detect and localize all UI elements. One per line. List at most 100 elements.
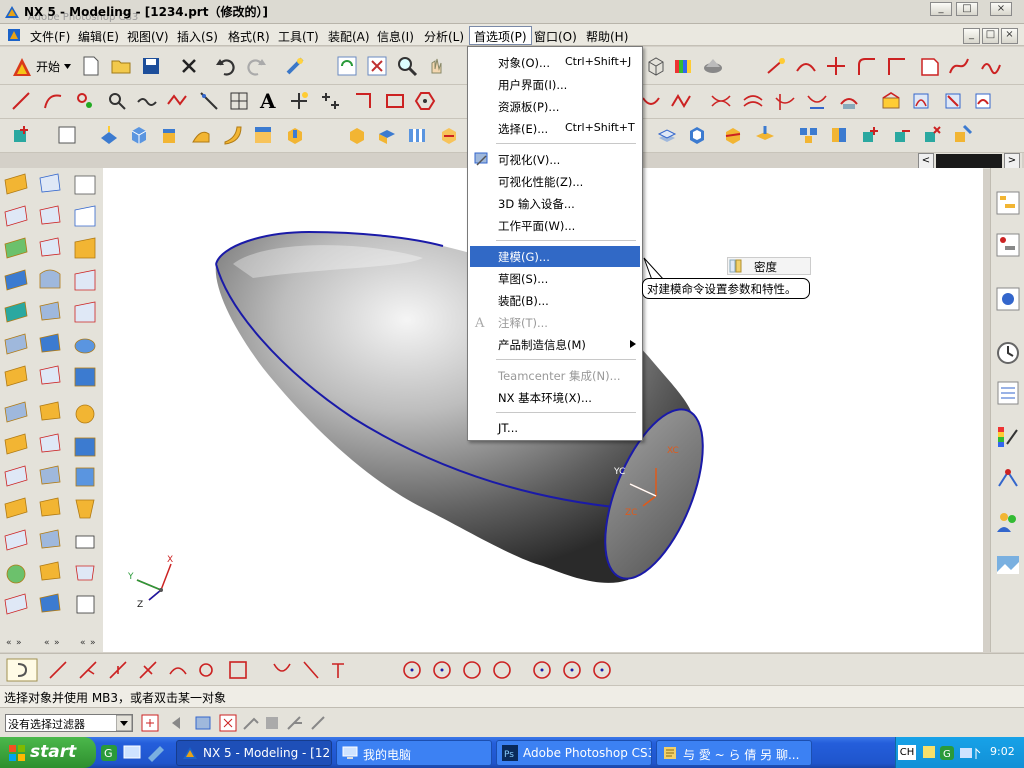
menu-item-modeling[interactable]: 建模(G)... (470, 246, 640, 267)
extrude-icon[interactable] (98, 124, 120, 146)
sheet-icon[interactable] (918, 55, 940, 77)
history-clock-icon[interactable] (995, 340, 1021, 366)
menu-item-nx-gateway[interactable]: NX 基本环境(X)... (470, 387, 640, 408)
polygon-icon[interactable] (414, 90, 436, 112)
maximize-button[interactable]: □ (956, 2, 978, 16)
reuse-library-icon[interactable] (995, 380, 1021, 406)
scroll-right-button[interactable]: > (1004, 153, 1020, 169)
ime-indicator[interactable]: CH (898, 745, 916, 760)
start-menu-button[interactable]: 开始 (36, 58, 60, 75)
polyline-icon[interactable] (166, 90, 188, 112)
curve-trim-icon[interactable] (795, 55, 817, 77)
spline-icon[interactable] (948, 55, 970, 77)
minimize-button[interactable]: _ (930, 2, 952, 16)
pad-icon[interactable] (376, 124, 398, 146)
roles-icon[interactable] (995, 508, 1021, 534)
type-filter-select[interactable]: 没有选择过滤器 (5, 714, 133, 732)
simplify-curve-icon[interactable] (910, 90, 932, 112)
menu-item-object[interactable]: 对象(O)... Ctrl+Shift+J (470, 52, 640, 73)
section-curve-icon[interactable] (806, 90, 828, 112)
curve-blend-icon[interactable] (640, 90, 662, 112)
mirror-body-icon[interactable] (828, 124, 850, 146)
menu-help[interactable]: 帮助(H) (582, 27, 632, 44)
menu-item-visualization[interactable]: 可视化(V)... (470, 149, 640, 170)
doc-restore-button[interactable]: □ (982, 28, 999, 44)
trim-body-icon[interactable] (722, 124, 744, 146)
project-curve-icon[interactable] (710, 90, 732, 112)
block-icon[interactable] (128, 124, 150, 146)
sketch-plane-icon[interactable] (56, 124, 78, 146)
point-set-icon[interactable] (74, 90, 96, 112)
menu-information[interactable]: 信息(I) (373, 27, 418, 44)
freeform-curve-icon[interactable] (136, 90, 158, 112)
hole-icon[interactable] (252, 124, 274, 146)
chamfer-icon[interactable] (198, 90, 220, 112)
save-icon[interactable] (140, 55, 162, 77)
shaded-view-icon[interactable] (702, 55, 724, 77)
fit-view-icon[interactable] (366, 55, 388, 77)
filter-tool-icons[interactable] (140, 713, 330, 733)
intersect-icon[interactable] (825, 55, 847, 77)
menu-tools[interactable]: 工具(T) (274, 27, 323, 44)
menu-item-visualization-performance[interactable]: 可视化性能(Z)... (470, 171, 640, 192)
delete-icon[interactable] (178, 55, 200, 77)
circle-line-icon[interactable] (106, 90, 128, 112)
isoparametric-curve-icon[interactable] (774, 90, 796, 112)
doc-close-button[interactable]: × (1001, 28, 1018, 44)
menu-item-sketch[interactable]: 草图(S)... (470, 268, 640, 289)
menu-analysis[interactable]: 分析(L) (420, 27, 468, 44)
assembly-navigator-icon[interactable] (995, 190, 1021, 216)
color-palette-icon[interactable] (672, 55, 694, 77)
slot-icon[interactable] (406, 124, 428, 146)
snap-circle-icons[interactable] (400, 658, 630, 682)
close-button[interactable]: × (990, 2, 1012, 16)
shell-icon[interactable] (686, 124, 708, 146)
menu-item-user-interface[interactable]: 用户界面(I)... (470, 74, 640, 95)
split-body-icon[interactable] (754, 124, 776, 146)
taskbar-item-chat[interactable]: 与 愛 ~ ら 倩 另 聊... (656, 740, 812, 766)
join-curve-icon[interactable] (942, 90, 964, 112)
constraint-navigator-icon[interactable] (995, 232, 1021, 258)
chevron-down-icon[interactable] (116, 715, 132, 731)
sweep-icon[interactable] (222, 124, 244, 146)
edit-feature-icon[interactable] (952, 124, 974, 146)
toolbar-scroller[interactable]: < > (918, 153, 1022, 169)
quick-launch-icons[interactable]: G (100, 744, 166, 762)
measure-distance-icon[interactable] (765, 55, 787, 77)
start-dropdown-icon[interactable] (64, 64, 71, 69)
extract-curve-icon[interactable] (838, 90, 860, 112)
palette-colors-icon[interactable] (995, 424, 1021, 450)
bridge-curve-icon[interactable] (670, 90, 692, 112)
subtract-icon[interactable] (892, 124, 914, 146)
corner-icon[interactable] (885, 55, 907, 77)
wave-curve-icon[interactable] (980, 55, 1002, 77)
zoom-icon[interactable] (396, 55, 418, 77)
offset-surface-icon[interactable] (656, 124, 678, 146)
snap-toggle-icon[interactable] (6, 658, 38, 682)
taskbar-item-nx[interactable]: NX 5 - Modeling - [12... (176, 740, 332, 766)
menu-insert[interactable]: 插入(S) (173, 27, 222, 44)
surface-tools-grid[interactable]: « » « » « » (0, 168, 103, 652)
rectangle-icon[interactable] (384, 90, 406, 112)
point-icon[interactable] (288, 90, 310, 112)
menu-file[interactable]: 文件(F) (26, 27, 74, 44)
pan-icon[interactable] (426, 55, 448, 77)
fillet-icon[interactable] (855, 55, 877, 77)
intersect-body-icon[interactable] (922, 124, 944, 146)
combined-curve-icon[interactable] (742, 90, 764, 112)
part-navigator-icon[interactable] (995, 286, 1021, 312)
offset-curve-icon[interactable] (352, 90, 374, 112)
wireframe-cube-icon[interactable] (645, 55, 667, 77)
menu-edit[interactable]: 编辑(E) (74, 27, 123, 44)
scroll-thumb[interactable] (936, 154, 1002, 168)
menu-item-jt[interactable]: JT... (470, 418, 640, 439)
menu-item-palettes[interactable]: 资源板(P)... (470, 96, 640, 117)
datum-csys-icon[interactable] (10, 124, 32, 146)
redo-icon[interactable] (246, 55, 268, 77)
menu-preferences[interactable]: 首选项(P) (469, 26, 532, 45)
menu-item-assemblies[interactable]: 装配(B)... (470, 290, 640, 311)
menu-view[interactable]: 视图(V) (123, 27, 173, 44)
point-set-plus-icon[interactable] (320, 90, 342, 112)
text-icon[interactable]: A (260, 89, 276, 113)
revolve-icon[interactable] (190, 124, 212, 146)
